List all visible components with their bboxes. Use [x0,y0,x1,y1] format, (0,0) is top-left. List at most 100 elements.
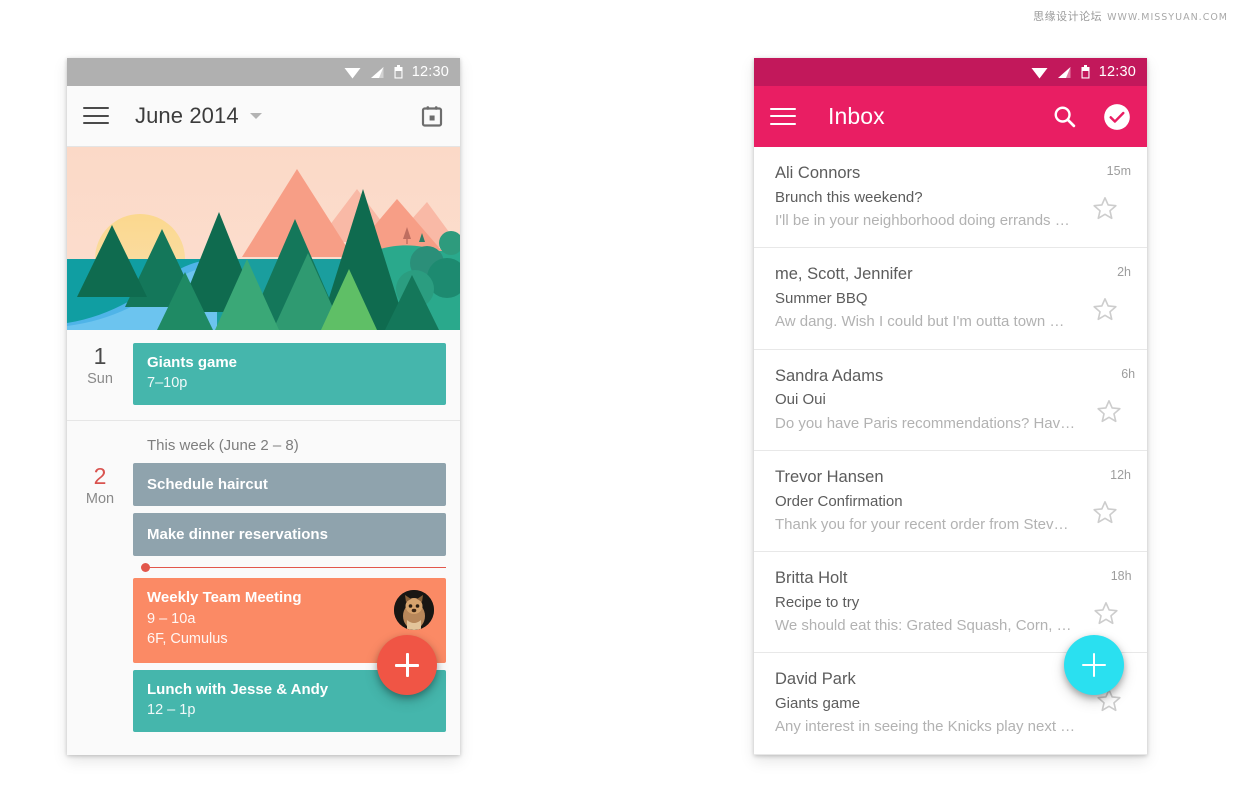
message-subject: Giants game [775,695,861,712]
week-label: This week (June 2 – 8) [67,420,460,463]
page-title: June 2014 [135,103,239,128]
event-title: Giants game [147,354,238,371]
event-title: Make dinner reservations [147,526,328,544]
calendar-status-bar: 12:30 [67,58,460,86]
day-events: Giants game 7–10p [133,343,446,405]
message-time: 12h [1110,467,1131,482]
calendar-today-button[interactable] [420,104,444,128]
message-meta: 12h [1079,465,1131,536]
calendar-app-bar: June 2014 [67,86,460,147]
search-button[interactable] [1052,104,1077,129]
message-subject: Recipe to try [775,593,860,611]
star-outline-icon[interactable] [1092,195,1118,221]
calendar-status-time: 12:30 [411,64,449,80]
message-body: Britta Holt Recipe to try We should eat … [775,566,1080,637]
list-item[interactable]: Ali Connors Brunch this weekend? I'll be… [754,147,1147,249]
hamburger-menu-icon[interactable] [83,107,109,125]
star-outline-icon[interactable] [1096,398,1122,424]
hamburger-menu-icon[interactable] [770,107,796,126]
phone-calendar: 12:30 June 2014 1 Sun Giants game 7–10p … [67,58,460,755]
list-item[interactable]: me, Scott, Jennifer Summer BBQ Aw dang. … [754,248,1147,350]
calendar-day-row[interactable]: 2 Mon Schedule haircut Make dinner reser… [67,462,460,746]
calendar-content[interactable]: 1 Sun Giants game 7–10p This week (June … [67,147,460,755]
compose-fab[interactable] [1064,635,1124,695]
page-title: Inbox [828,103,885,129]
select-all-button[interactable] [1103,103,1131,131]
message-snippet: Any interest in seeing the Knicks play n… [775,718,1076,736]
star-outline-icon[interactable] [1092,499,1118,525]
calendar-today-icon [421,106,443,127]
message-meta: 15m [1079,161,1131,232]
list-item[interactable]: Trevor Hansen Order Confirmation Thank y… [754,451,1147,552]
signal-icon [1057,66,1071,78]
message-sender: Trevor Hansen [775,467,884,486]
message-snippet: I'll be in your neighborhood doing erran… [775,212,1070,229]
message-time: 2h [1117,265,1131,280]
inbox-app-bar: Inbox [754,86,1147,147]
star-outline-icon[interactable] [1092,296,1118,322]
message-body: David Park Giants game Any interest in s… [775,667,1083,738]
event-title: Weekly Team Meeting [147,589,302,607]
add-icon [1082,653,1106,677]
message-sender: David Park [775,670,856,689]
message-time: 15m [1106,164,1131,178]
day-number: 2 [93,462,107,489]
watermark-url: WWW.MISSYUAN.COM [1107,12,1228,23]
calendar-event[interactable]: Make dinner reservations [133,513,446,557]
message-sender: Sandra Adams [775,366,884,385]
message-time: 18h [1110,569,1132,583]
message-sender: me, Scott, Jennifer [775,265,913,284]
message-subject: Order Confirmation [775,492,903,510]
calendar-event[interactable]: Schedule haircut [133,462,446,507]
add-icon [395,653,419,677]
day-column: 1 Sun [67,343,133,405]
event-time: 12 – 1p [147,702,196,719]
message-sender: Ali Connors [775,164,861,182]
message-subject: Oui Oui [775,391,826,409]
day-name: Sun [87,370,113,387]
watermark: 思缘设计论坛 WWW.MISSYUAN.COM [1033,8,1228,24]
day-column: 2 Mon [67,463,133,732]
inbox-message-list[interactable]: Ali Connors Brunch this weekend? I'll be… [754,147,1147,755]
battery-icon [1081,65,1090,79]
chevron-down-icon[interactable] [249,113,262,119]
inbox-status-bar: 12:30 [754,58,1147,86]
message-snippet: Thank you for your recent order from Ste… [775,515,1069,533]
message-time: 6h [1121,366,1136,381]
hero-illustration [67,147,460,330]
message-subject: Brunch this weekend? [775,188,923,206]
calendar-day-row[interactable]: 1 Sun Giants game 7–10p [67,330,460,421]
event-title: Schedule haircut [147,475,268,493]
star-outline-icon[interactable] [1093,600,1119,626]
current-time-indicator [141,563,446,573]
message-body: me, Scott, Jennifer Summer BBQ Aw dang. … [775,262,1079,333]
message-snippet: Do you have Paris recommendations? Hav… [775,414,1076,432]
message-body: Ali Connors Brunch this weekend? I'll be… [775,161,1079,232]
check-circle-icon [1104,103,1130,130]
day-number: 1 [93,343,107,369]
message-subject: Summer BBQ [775,290,868,307]
battery-icon [394,65,403,79]
calendar-event[interactable]: Giants game 7–10p [133,343,446,405]
message-meta: 18h [1080,566,1132,637]
message-snippet: We should eat this: Grated Squash, Corn,… [775,617,1072,634]
wifi-icon [344,67,361,78]
phone-inbox: 12:30 Inbox Ali Connors Brunch this week… [754,58,1147,755]
add-event-fab[interactable] [377,635,437,695]
message-sender: Britta Holt [775,569,848,587]
signal-icon [370,66,384,78]
watermark-text: 思缘设计论坛 [1033,10,1103,23]
search-icon [1054,106,1076,128]
event-time: 9 – 10a [147,610,196,627]
inbox-status-time: 12:30 [1098,64,1136,80]
message-snippet: Aw dang. Wish I could but I'm outta town… [775,313,1065,331]
message-meta: 6h [1083,364,1135,435]
event-time: 7–10p [147,375,188,392]
wifi-icon [1031,67,1048,78]
message-body: Sandra Adams Oui Oui Do you have Paris r… [775,364,1083,435]
day-name: Mon [85,490,115,507]
list-item[interactable]: Sandra Adams Oui Oui Do you have Paris r… [754,350,1147,451]
message-meta: 2h [1079,262,1131,333]
screenshot-stage: 思缘设计论坛 WWW.MISSYUAN.COM 12:30 June 2014 [0,0,1240,807]
message-body: Trevor Hansen Order Confirmation Thank y… [775,465,1079,536]
